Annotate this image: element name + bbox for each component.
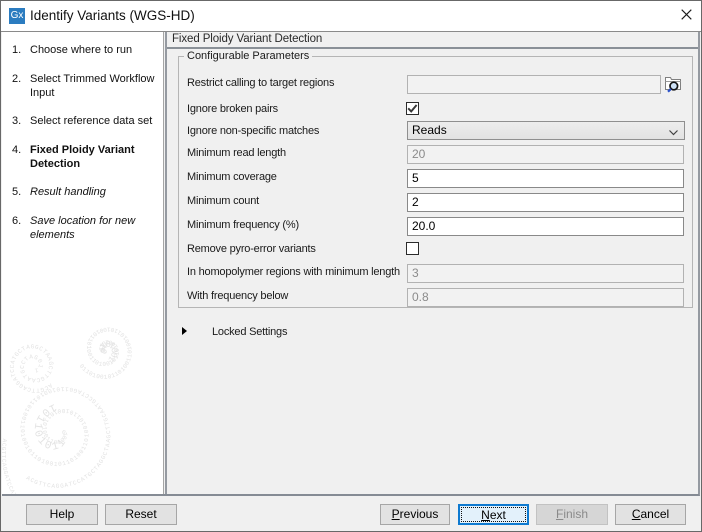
svg-text:ACGTTCAGGATCCATGCTAGGCTAAGCTTG: ACGTTCAGGATCCATGCTAGGCTAAGCTTGCAATGCCTAG… xyxy=(2,32,112,490)
